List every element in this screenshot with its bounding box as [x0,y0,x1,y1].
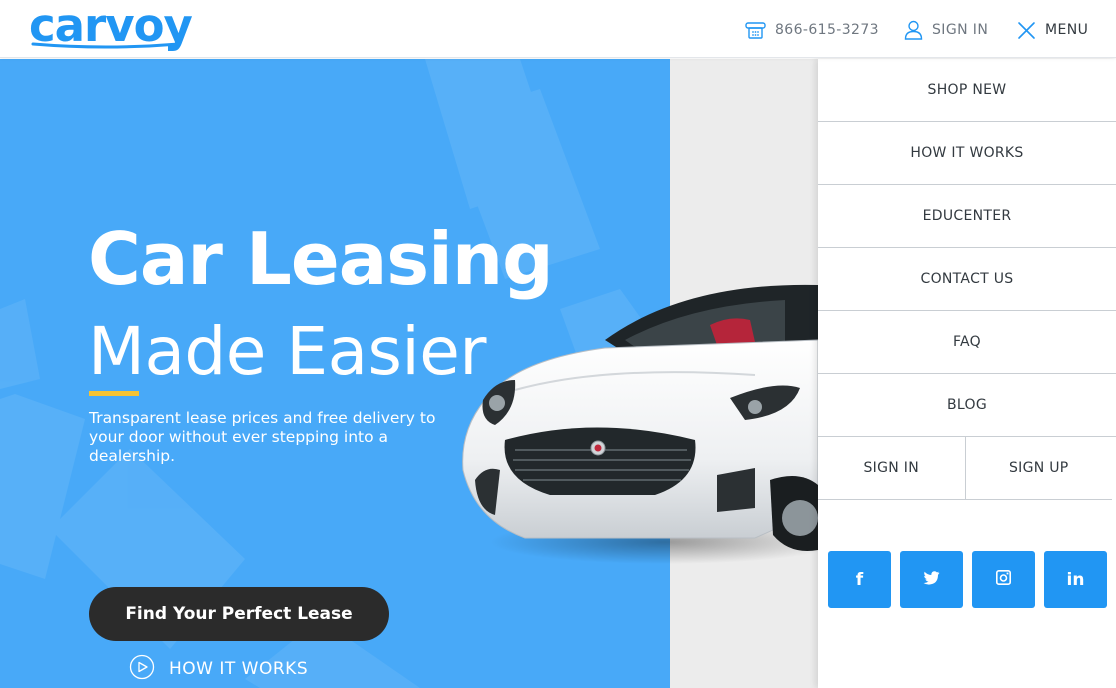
headline-accent-bar [89,391,139,396]
menu-item-contact-us[interactable]: CONTACT US [818,248,1116,311]
how-it-works-link[interactable]: HOW IT WORKS [129,654,309,685]
linkedin-icon: in [1066,569,1085,590]
linkedin-button[interactable]: in [1044,551,1107,608]
phone-icon [745,21,766,39]
menu-item-blog[interactable]: BLOG [818,374,1116,437]
menu-toggle-button[interactable]: MENU [1017,18,1088,42]
auth-buttons-row: SIGN IN SIGN UP [818,437,1112,500]
twitter-icon [923,570,940,590]
menu-item-faq[interactable]: FAQ [818,311,1116,374]
find-lease-button[interactable]: Find Your Perfect Lease [89,587,389,641]
user-icon [904,20,923,40]
site-header: carvoy 866-615-3273 SIGN IN MENU [0,0,1116,58]
header-sign-in-link[interactable]: SIGN IN [904,18,988,42]
phone-number: 866-615-3273 [775,22,879,38]
facebook-icon: f [855,569,864,590]
hero-headline-line2: Made Easier [88,313,486,390]
header-sign-in-label: SIGN IN [932,22,989,38]
play-circle-icon [129,654,155,685]
instagram-icon [996,569,1011,590]
car-image [462,284,818,564]
social-links-row: f in [828,551,1108,608]
menu-item-how-it-works[interactable]: HOW IT WORKS [818,122,1116,185]
logo-swoosh [31,42,181,49]
menu-sign-in-button[interactable]: SIGN IN [818,437,966,499]
navigation-menu-panel: SHOP NEW HOW IT WORKS EDUCENTER CONTACT … [818,59,1116,688]
hero-subtitle: Transparent lease prices and free delive… [89,409,436,465]
facebook-button[interactable]: f [828,551,891,608]
close-icon [1017,21,1036,40]
twitter-button[interactable] [900,551,963,608]
menu-sign-up-button[interactable]: SIGN UP [966,437,1113,499]
phone-link[interactable]: 866-615-3273 [745,18,879,42]
menu-item-educenter[interactable]: EDUCENTER [818,185,1116,248]
menu-item-shop-new[interactable]: SHOP NEW [818,59,1116,122]
how-it-works-label: HOW IT WORKS [169,659,309,679]
instagram-button[interactable] [972,551,1035,608]
menu-label: MENU [1045,22,1089,38]
